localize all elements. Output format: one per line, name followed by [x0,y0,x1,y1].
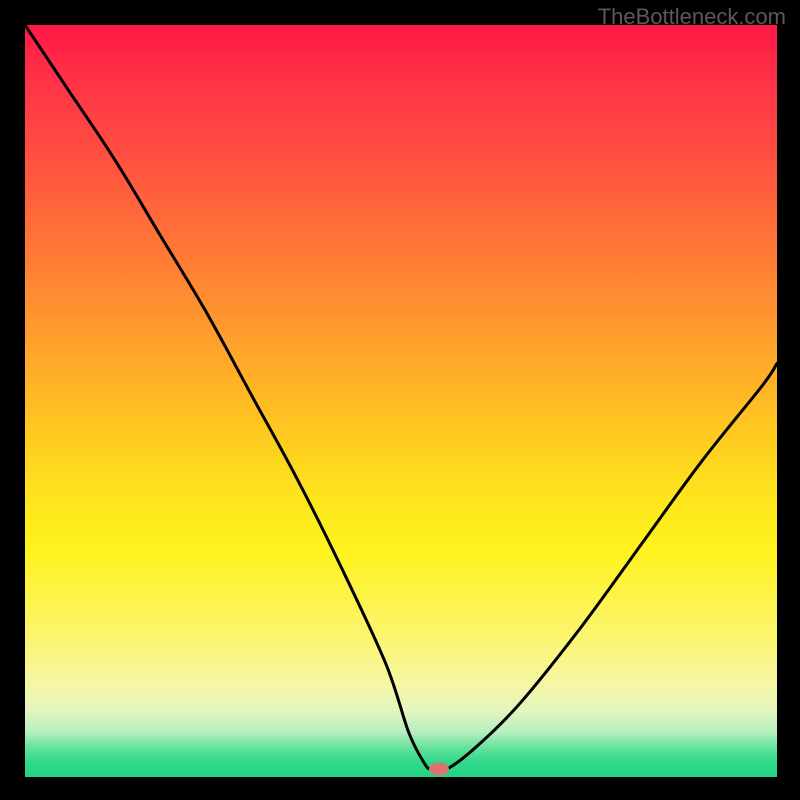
plot-area [25,25,777,777]
watermark-text: TheBottleneck.com [598,4,786,30]
bottleneck-curve [25,25,777,771]
curve-svg [25,25,777,777]
optimal-point-marker [429,763,449,776]
chart-container: TheBottleneck.com [0,0,800,800]
